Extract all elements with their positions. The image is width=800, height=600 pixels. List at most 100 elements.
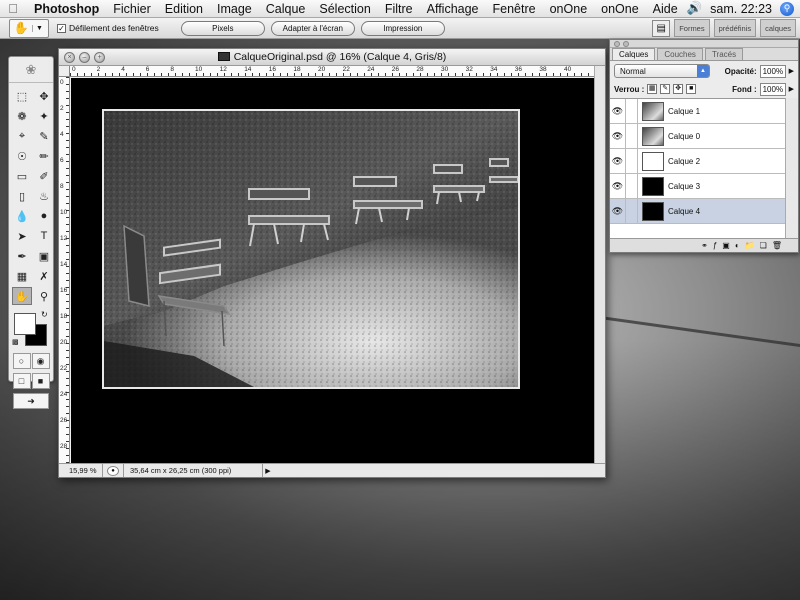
eraser-tool-icon[interactable]: ▯ — [12, 187, 32, 205]
minimize-icon[interactable]: – — [79, 51, 90, 63]
layers-scrollbar[interactable] — [785, 98, 798, 238]
layer-mask-icon[interactable]: ▣ — [722, 241, 730, 250]
play-arrow-icon[interactable]: ▶ — [263, 467, 273, 475]
apple-icon[interactable]:  — [0, 1, 26, 16]
ruler-origin[interactable] — [59, 66, 70, 77]
actual-pixels-button[interactable]: Pixels — [180, 20, 265, 36]
layer-row-calque-4[interactable]: 👁 Calque 4 — [610, 199, 786, 224]
layer-link-cell[interactable] — [626, 174, 638, 198]
fill-input[interactable]: 100% — [759, 82, 786, 96]
layer-link-icon[interactable]: ⚭ — [701, 241, 708, 250]
menu-edition[interactable]: Edition — [158, 2, 210, 16]
eye-icon[interactable]: 👁 — [610, 199, 626, 223]
eye-icon[interactable]: 👁 — [610, 124, 626, 148]
scroll-all-checkbox[interactable]: ✓ — [57, 23, 66, 33]
volume-icon[interactable]: 🔊 — [687, 1, 703, 16]
layer-link-cell[interactable] — [626, 99, 638, 123]
document-info[interactable]: 35,64 cm x 26,25 cm (300 ppi) — [123, 464, 263, 477]
healing-brush-icon[interactable]: ☉ — [12, 147, 32, 165]
menu-clock[interactable]: sam. 22:23 — [710, 2, 772, 16]
lock-image-icon[interactable]: ✎ — [660, 84, 671, 94]
jump-to-imageready-icon[interactable]: ➜ — [13, 393, 49, 409]
close-icon[interactable]: × — [64, 51, 75, 63]
menu-image[interactable]: Image — [210, 2, 259, 16]
layer-row-calque-0[interactable]: 👁 Calque 0 — [610, 124, 786, 149]
screen-mode-standard-icon[interactable]: □ — [12, 373, 31, 389]
screen-mode-full-icon[interactable]: ■ — [31, 373, 50, 389]
adjustment-layer-icon[interactable]: ◐ — [735, 241, 740, 250]
standard-mode-icon[interactable]: ○ — [12, 353, 31, 369]
quick-mask-icon[interactable]: ◉ — [31, 353, 50, 369]
slice-tool-icon[interactable]: ✎ — [34, 127, 54, 145]
vertical-scrollbar[interactable] — [594, 66, 605, 465]
crop-tool-icon[interactable]: ⌖ — [12, 127, 32, 145]
layer-row-calque-2[interactable]: 👁 Calque 2 — [610, 149, 786, 174]
print-size-button[interactable]: Impression — [360, 20, 445, 36]
fit-screen-button[interactable]: Adapter à l'écran — [270, 20, 355, 36]
well-tab-predefinis[interactable]: prédéfinis — [713, 19, 757, 37]
scroll-all-windows-option[interactable]: ✓ Défilement des fenêtres — [57, 23, 159, 33]
new-group-icon[interactable]: 📁 — [745, 241, 755, 250]
palette-well-icon[interactable]: ▤ — [652, 19, 671, 37]
photo-layer[interactable] — [102, 109, 520, 389]
eyedropper-tool-icon[interactable]: ✗ — [34, 267, 54, 285]
menu-fichier[interactable]: Fichier — [106, 2, 158, 16]
eye-icon[interactable]: 👁 — [610, 174, 626, 198]
clone-stamp-icon[interactable]: ▭ — [12, 167, 32, 185]
vertical-ruler[interactable]: 0 2 4 6 8 10 12 14 16 18 20 22 24 26 28 — [59, 77, 70, 465]
canvas-area[interactable] — [71, 78, 595, 465]
palette-titlebar[interactable] — [610, 40, 798, 48]
layer-link-cell[interactable] — [626, 149, 638, 173]
menu-onone-1[interactable]: onOne — [543, 2, 595, 16]
pen-tool-icon[interactable]: ✒ — [12, 247, 32, 265]
tab-couches[interactable]: Couches — [657, 48, 703, 60]
layer-row-calque-3[interactable]: 👁 Calque 3 — [610, 174, 786, 199]
lock-position-icon[interactable]: ✥ — [673, 84, 684, 94]
lock-all-icon[interactable]: ■ — [686, 84, 697, 94]
trash-icon[interactable]: 🗑 — [772, 241, 782, 250]
opacity-input[interactable]: 100% — [759, 64, 786, 78]
magic-wand-tool-icon[interactable]: ✦ — [34, 107, 54, 125]
shape-tool-icon[interactable]: ▣ — [34, 247, 54, 265]
new-layer-icon[interactable]: ❏ — [760, 241, 767, 250]
palette-collapse-icon[interactable] — [623, 41, 629, 47]
menu-affichage[interactable]: Affichage — [420, 2, 486, 16]
eye-icon[interactable]: 👁 — [610, 149, 626, 173]
menu-fenetre[interactable]: Fenêtre — [486, 2, 543, 16]
history-brush-icon[interactable]: ✐ — [34, 167, 54, 185]
zoom-level-field[interactable]: 15,99 % — [59, 464, 103, 477]
foreground-color[interactable] — [14, 313, 36, 335]
notes-tool-icon[interactable]: ▦ — [12, 267, 32, 285]
well-tab-calques[interactable]: calques — [760, 19, 796, 37]
layer-link-cell[interactable] — [626, 124, 638, 148]
tool-preset-picker[interactable]: ✋ ▼ — [9, 18, 49, 38]
paint-bucket-icon[interactable]: ♨ — [34, 187, 54, 205]
eye-icon[interactable]: 👁 — [610, 99, 626, 123]
fill-arrow-icon[interactable]: ▶ — [789, 85, 794, 93]
layer-link-cell[interactable] — [626, 199, 638, 223]
layer-style-icon[interactable]: ƒ — [713, 241, 717, 250]
hand-tool-icon[interactable]: ✋ — [12, 287, 32, 305]
feather-logo-icon[interactable]: ❀ — [9, 57, 53, 83]
zoom-tool-icon[interactable]: ⚲ — [34, 287, 54, 305]
tab-traces[interactable]: Tracés — [704, 48, 744, 60]
menu-onone-2[interactable]: onOne — [594, 2, 646, 16]
path-selection-icon[interactable]: ➤ — [12, 227, 32, 245]
menu-calque[interactable]: Calque — [259, 2, 313, 16]
dodge-tool-icon[interactable]: ● — [34, 207, 54, 225]
menu-filtre[interactable]: Filtre — [378, 2, 420, 16]
type-tool-icon[interactable]: T — [34, 227, 54, 245]
menu-selection[interactable]: Sélection — [312, 2, 377, 16]
blur-tool-icon[interactable]: 💧 — [12, 207, 32, 225]
swap-colors-icon[interactable]: ↻ — [41, 310, 48, 319]
palette-close-icon[interactable] — [614, 41, 620, 47]
tab-calques[interactable]: Calques — [612, 48, 656, 60]
move-tool-icon[interactable]: ✥ — [34, 87, 54, 105]
zoom-window-icon[interactable]: + — [94, 51, 105, 63]
brush-tool-icon[interactable]: ✏ — [34, 147, 54, 165]
document-titlebar[interactable]: × – + CalqueOriginal.psd @ 16% (Calque 4… — [59, 49, 605, 66]
menu-app[interactable]: Photoshop — [26, 2, 106, 16]
opacity-arrow-icon[interactable]: ▶ — [789, 67, 794, 75]
marquee-tool-icon[interactable]: ⬚ — [12, 87, 32, 105]
well-tab-formes[interactable]: Formes — [674, 19, 710, 37]
